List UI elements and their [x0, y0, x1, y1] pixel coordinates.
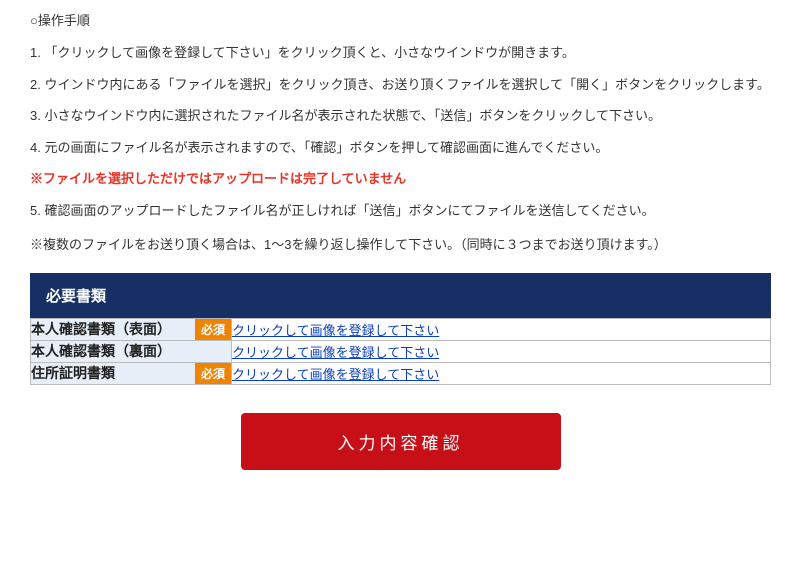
procedure-steps: 1. 「クリックして画像を登録して下さい」をクリック頂くと、小さなウインドウが開…	[30, 43, 771, 220]
table-row: 本人確認書類（表面） 必須 クリックして画像を登録して下さい	[31, 319, 771, 341]
multi-file-note: ※複数のファイルをお送り頂く場合は、1〜3を繰り返し操作して下さい。（同時に３つ…	[30, 234, 771, 253]
required-badge: 必須	[195, 319, 231, 340]
row1-label-cell: 本人確認書類（表面） 必須	[31, 319, 232, 341]
section-title-bar: 必要書類	[30, 273, 771, 318]
row2-value-cell: クリックして画像を登録して下さい	[232, 341, 771, 363]
row3-value-cell: クリックして画像を登録して下さい	[232, 363, 771, 385]
required-docs-table: 本人確認書類（表面） 必須 クリックして画像を登録して下さい 本人確認書類（裏面…	[30, 318, 771, 385]
required-badge: 必須	[195, 363, 231, 384]
upload-link-id-back[interactable]: クリックして画像を登録して下さい	[232, 345, 439, 360]
upload-link-address-proof[interactable]: クリックして画像を登録して下さい	[232, 367, 439, 382]
upload-link-id-front[interactable]: クリックして画像を登録して下さい	[232, 323, 439, 338]
row2-label-cell: 本人確認書類（裏面）	[31, 341, 232, 363]
row1-value-cell: クリックして画像を登録して下さい	[232, 319, 771, 341]
step-warning: ※ファイルを選択しただけではアップロードは完了していません	[30, 169, 771, 189]
step-1: 1. 「クリックして画像を登録して下さい」をクリック頂くと、小さなウインドウが開…	[30, 43, 771, 63]
row3-label: 住所証明書類	[31, 363, 115, 384]
step-4: 4. 元の画面にファイル名が表示されますので、「確認」ボタンを押して確認画面に進…	[30, 138, 771, 158]
row2-label: 本人確認書類（裏面）	[31, 341, 171, 362]
step-2: 2. ウインドウ内にある「ファイルを選択」をクリック頂き、お送り頂くファイルを選…	[30, 75, 771, 95]
row1-label: 本人確認書類（表面）	[31, 319, 171, 340]
table-row: 住所証明書類 必須 クリックして画像を登録して下さい	[31, 363, 771, 385]
step-5: 5. 確認画面のアップロードしたファイル名が正しければ「送信」ボタンにてファイル…	[30, 201, 771, 221]
procedure-heading: ○操作手順	[30, 10, 771, 29]
row3-label-cell: 住所証明書類 必須	[31, 363, 232, 385]
table-row: 本人確認書類（裏面） クリックして画像を登録して下さい	[31, 341, 771, 363]
step-3: 3. 小さなウインドウ内に選択されたファイル名が表示された状態で、「送信」ボタン…	[30, 106, 771, 126]
confirm-button[interactable]: 入力内容確認	[241, 413, 561, 470]
